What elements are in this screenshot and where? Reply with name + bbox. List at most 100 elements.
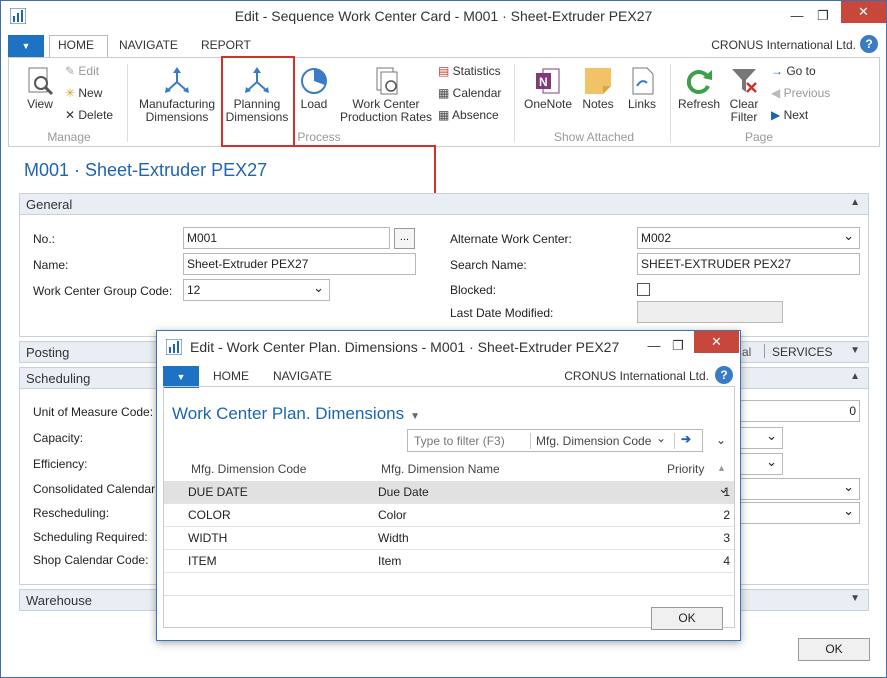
tab-report[interactable]: REPORT [201, 38, 251, 52]
table-row[interactable]: WIDTH Width 3 [164, 527, 734, 550]
links-button[interactable]: Links [623, 66, 661, 111]
last-date-modified-label: Last Date Modified: [450, 306, 554, 320]
sticky-note-icon [585, 68, 611, 94]
work-center-production-rates-button[interactable]: Work Center Production Rates [338, 66, 434, 124]
onenote-label: OneNote [523, 97, 573, 111]
group-separator [127, 64, 128, 142]
notes-label: Notes [582, 97, 614, 111]
statistics-button[interactable]: ▤ Statistics [438, 64, 501, 78]
tab-navigate[interactable]: NAVIGATE [119, 38, 178, 52]
blocked-checkbox[interactable] [637, 283, 650, 296]
filter-input[interactable]: Type to filter (F3) [414, 434, 505, 448]
ok-button[interactable]: OK [798, 638, 870, 661]
ribbon: View ✎ Edit ✳ New ✕ Delete Manage Manufa… [8, 57, 880, 147]
dialog-title: Edit - Work Center Plan. Dimensions - M0… [190, 339, 620, 355]
blocked-label: Blocked: [450, 283, 497, 297]
load-button[interactable]: Load [295, 66, 333, 111]
shop-calendar-code-label: Shop Calendar Code: [33, 553, 149, 567]
dialog-restore-button[interactable]: ❐ [664, 335, 692, 357]
next-button[interactable]: ▶ Next [771, 108, 808, 122]
absence-button[interactable]: ▦ Absence [438, 108, 499, 122]
search-name-field[interactable]: SHEET-EXTRUDER PEX27 [637, 253, 860, 275]
planning-dimensions-highlight [221, 56, 295, 147]
row-priority: 1 [723, 485, 730, 499]
delete-label: Delete [78, 108, 114, 122]
notes-button[interactable]: Notes [579, 66, 617, 111]
calendar-button[interactable]: ▦ Calendar [438, 86, 501, 100]
calendar-label: Calendar [452, 86, 502, 100]
chevron-down-icon: ⌄ [656, 431, 667, 445]
collapse-icon: ▲ [850, 371, 860, 382]
dialog-ok-button[interactable]: OK [651, 607, 723, 630]
no-field[interactable]: M001 [183, 227, 390, 249]
view-button[interactable]: View [19, 66, 61, 111]
expand-icon: ▼ [850, 345, 860, 356]
name-field[interactable]: Sheet-Extruder PEX27 [183, 253, 416, 275]
absence-label: Absence [452, 108, 499, 122]
dialog-help-icon[interactable]: ? [715, 366, 733, 384]
previous-arrow-icon: ◀ [771, 86, 784, 100]
load-label: Load [300, 97, 328, 111]
previous-label: Previous [783, 86, 831, 100]
minimize-button[interactable]: — [783, 5, 811, 27]
apply-filter-arrow-icon[interactable]: ➔ [681, 432, 691, 446]
work-center-production-rates-label: Work Center Production Rates [339, 97, 433, 124]
tab-home[interactable]: HOME [58, 38, 94, 52]
divider [764, 344, 765, 358]
onenote-button[interactable]: N OneNote [521, 66, 575, 111]
scheduling-select[interactable] [740, 478, 860, 500]
table-row[interactable]: COLOR Color 2 [164, 504, 734, 527]
table-row[interactable]: DUE DATE Due Date 1 [164, 481, 734, 504]
alternate-work-center-select[interactable]: M002 [637, 227, 860, 249]
scheduling-select[interactable] [740, 427, 783, 449]
app-menu-button[interactable]: ▼ [8, 35, 44, 57]
close-button[interactable]: ✕ [841, 1, 886, 23]
dialog-title-bar: Edit - Work Center Plan. Dimensions - M0… [157, 331, 740, 363]
app-icon [166, 339, 182, 355]
efficiency-label: Efficiency: [33, 457, 88, 471]
help-icon[interactable]: ? [860, 35, 878, 53]
restore-button[interactable]: ❐ [809, 5, 837, 27]
expand-filter-chevron-icon[interactable]: ⌄ [716, 433, 726, 447]
dialog-app-menu-button[interactable]: ▼ [163, 366, 199, 388]
divider [530, 433, 531, 449]
scheduling-select[interactable] [740, 502, 860, 524]
scheduling-value-field[interactable]: 0 [740, 400, 860, 422]
page-title: M001 · Sheet-Extruder PEX27 [24, 160, 268, 180]
link-document-icon [632, 67, 654, 95]
refresh-button[interactable]: Refresh [677, 66, 721, 111]
filter-field-select[interactable]: Mfg. Dimension Code [536, 434, 651, 448]
row-name: Width [378, 531, 409, 545]
work-center-group-select[interactable]: 12 [183, 279, 330, 301]
callout-line [293, 145, 435, 147]
view-label: View [27, 97, 53, 111]
dialog-tab-home[interactable]: HOME [213, 369, 249, 383]
col-header-priority[interactable]: Priority [667, 462, 704, 476]
col-header-name[interactable]: Mfg. Dimension Name [381, 462, 500, 476]
clear-filter-button[interactable]: Clear Filter [723, 66, 765, 124]
delete-button[interactable]: ✕ Delete [65, 108, 113, 122]
rescheduling-label: Rescheduling: [33, 506, 110, 520]
new-button[interactable]: ✳ New [65, 86, 102, 100]
table-row[interactable]: ITEM Item 4 [164, 550, 734, 573]
dialog-heading-label: Work Center Plan. Dimensions [172, 404, 405, 423]
posting-summary-tag: al [742, 345, 752, 359]
statistics-icon: ▤ [438, 64, 453, 78]
dialog-tab-navigate[interactable]: NAVIGATE [273, 369, 332, 383]
manufacturing-dimensions-button[interactable]: Manufacturing Dimensions [136, 66, 218, 124]
edit-button[interactable]: ✎ Edit [65, 64, 99, 78]
goto-button[interactable]: → Go to [771, 64, 816, 78]
clear-filter-label: Clear Filter [729, 97, 759, 124]
scheduling-required-label: Scheduling Required: [33, 530, 148, 544]
dialog-close-button[interactable]: ✕ [694, 331, 739, 353]
general-fasttab: No.: M001 ... Name: Sheet-Extruder PEX27… [19, 215, 869, 337]
previous-button[interactable]: ◀ Previous [771, 86, 830, 100]
clear-filter-icon [732, 69, 757, 93]
scheduling-select[interactable] [740, 453, 783, 475]
divider [674, 433, 675, 449]
col-header-code[interactable]: Mfg. Dimension Code [191, 462, 306, 476]
assist-edit-button[interactable]: ... [394, 228, 415, 249]
work-center-group-label: Work Center Group Code: [33, 284, 173, 298]
dialog-heading[interactable]: Work Center Plan. Dimensions ▼ [172, 404, 420, 424]
general-fasttab-header[interactable]: General ▲ [19, 193, 869, 215]
